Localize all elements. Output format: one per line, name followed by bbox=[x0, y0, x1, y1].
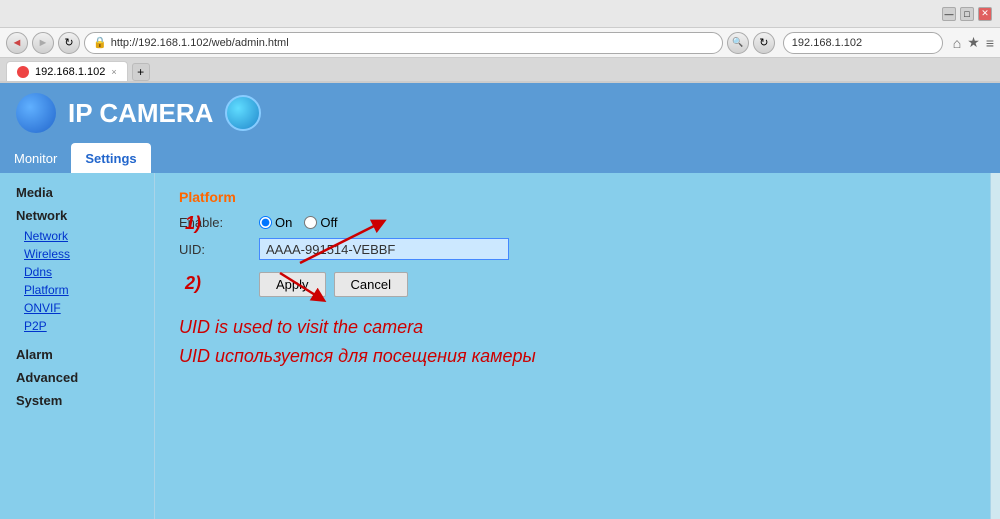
enable-radio-group: On Off bbox=[259, 215, 337, 230]
settings-icon[interactable]: ≡ bbox=[986, 35, 994, 51]
uid-label: UID: bbox=[179, 242, 259, 257]
sidebar-item-onvif[interactable]: ONVIF bbox=[0, 299, 154, 317]
refresh-button[interactable]: ↻ bbox=[58, 32, 80, 54]
section-title: Platform bbox=[179, 189, 966, 205]
uid-row: UID: bbox=[179, 238, 966, 260]
home-icon[interactable]: ⌂ bbox=[953, 35, 961, 51]
sidebar-item-platform[interactable]: Platform bbox=[0, 281, 154, 299]
sidebar: Media Network Network Wireless Ddns Plat… bbox=[0, 173, 155, 519]
radio-off-input[interactable] bbox=[304, 216, 317, 229]
star-icon[interactable]: ★ bbox=[967, 34, 980, 51]
sidebar-network-group: Network bbox=[0, 204, 154, 227]
app-container: IP CAMERA Monitor Settings Media Network… bbox=[0, 83, 1000, 519]
browser-tab[interactable]: 192.168.1.102 × bbox=[6, 61, 128, 81]
sidebar-item-p2p[interactable]: P2P bbox=[0, 317, 154, 335]
info-line-2: UID используется для посещения камеры bbox=[179, 346, 966, 367]
content-area: 1) 2) Platform Enable: On Off bbox=[155, 173, 990, 519]
enable-label: Enable: bbox=[179, 215, 259, 230]
button-row: Apply Cancel bbox=[259, 272, 966, 297]
sidebar-system-label: System bbox=[0, 389, 154, 412]
title-bar: — □ ✕ bbox=[0, 0, 1000, 28]
app-nav: Monitor Settings bbox=[0, 143, 1000, 173]
forward-button[interactable]: ► bbox=[32, 32, 54, 54]
radio-on[interactable]: On bbox=[259, 215, 292, 230]
tabs-bar: 192.168.1.102 × + bbox=[0, 58, 1000, 82]
apply-button[interactable]: Apply bbox=[259, 272, 326, 297]
nav-tab-monitor[interactable]: Monitor bbox=[0, 143, 71, 173]
header-globe-left bbox=[16, 93, 56, 133]
uid-input[interactable] bbox=[259, 238, 509, 260]
right-scrollbar[interactable] bbox=[990, 173, 1000, 519]
maximize-button[interactable]: □ bbox=[960, 7, 974, 21]
search-box[interactable]: 192.168.1.102 bbox=[783, 32, 943, 54]
enable-row: Enable: On Off bbox=[179, 215, 966, 230]
refresh2-button[interactable]: ↻ bbox=[753, 32, 775, 54]
tab-close-button[interactable]: × bbox=[111, 67, 116, 77]
minimize-button[interactable]: — bbox=[942, 7, 956, 21]
search-go-button[interactable]: 🔍 bbox=[727, 32, 749, 54]
app-header: IP CAMERA bbox=[0, 83, 1000, 143]
tab-favicon bbox=[17, 66, 29, 78]
sidebar-item-wireless[interactable]: Wireless bbox=[0, 245, 154, 263]
radio-off[interactable]: Off bbox=[304, 215, 337, 230]
sidebar-advanced-label: Advanced bbox=[0, 366, 154, 389]
info-line-1: UID is used to visit the camera bbox=[179, 317, 966, 338]
radio-on-input[interactable] bbox=[259, 216, 272, 229]
sidebar-item-ddns[interactable]: Ddns bbox=[0, 263, 154, 281]
header-globe-right bbox=[225, 95, 261, 131]
platform-section: Platform Enable: On Off bbox=[179, 189, 966, 367]
nav-bar: ◄ ► ↻ 🔒 http://192.168.1.102/web/admin.h… bbox=[0, 28, 1000, 58]
new-tab-button[interactable]: + bbox=[132, 63, 150, 81]
nav-tab-settings[interactable]: Settings bbox=[71, 143, 150, 173]
sidebar-item-network[interactable]: Network bbox=[0, 227, 154, 245]
radio-off-label: Off bbox=[320, 215, 337, 230]
app-title: IP CAMERA bbox=[68, 98, 213, 129]
sidebar-media-label: Media bbox=[0, 181, 154, 204]
close-button[interactable]: ✕ bbox=[978, 7, 992, 21]
sidebar-alarm-label: Alarm bbox=[0, 343, 154, 366]
window-controls: — □ ✕ bbox=[942, 7, 992, 21]
radio-on-label: On bbox=[275, 215, 292, 230]
back-button[interactable]: ◄ bbox=[6, 32, 28, 54]
address-bar[interactable]: 🔒 http://192.168.1.102/web/admin.html bbox=[84, 32, 723, 54]
cancel-button[interactable]: Cancel bbox=[334, 272, 408, 297]
main-layout: Media Network Network Wireless Ddns Plat… bbox=[0, 173, 1000, 519]
toolbar-icons: ⌂ ★ ≡ bbox=[953, 34, 994, 51]
tab-title: 192.168.1.102 bbox=[35, 66, 105, 78]
address-lock-icon: 🔒 bbox=[93, 36, 107, 49]
search-tab-title: 192.168.1.102 bbox=[792, 37, 934, 49]
address-text: http://192.168.1.102/web/admin.html bbox=[111, 37, 289, 49]
